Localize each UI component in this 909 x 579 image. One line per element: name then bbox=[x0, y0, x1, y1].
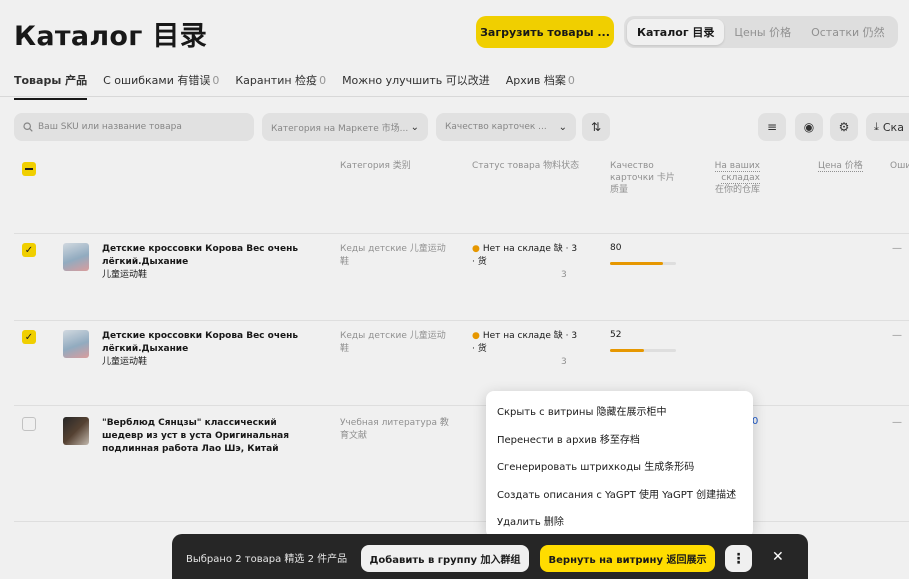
product-thumbnail[interactable] bbox=[63, 417, 89, 445]
close-icon[interactable]: ✕ bbox=[772, 549, 784, 565]
quality-select[interactable]: Качество карточек ... ⌄ bbox=[436, 113, 576, 141]
status-dot-icon: ● bbox=[472, 331, 480, 341]
row-divider bbox=[14, 521, 909, 522]
row-checkbox[interactable]: ✓ bbox=[22, 330, 36, 344]
status-text: Нет на складе 缺 · 3 · 货 bbox=[472, 331, 578, 355]
sort-arrows-icon: ⇅ bbox=[590, 120, 602, 134]
quality-value: 80 bbox=[610, 243, 622, 253]
chevron-down-icon: ⌄ bbox=[410, 121, 419, 133]
column-errors[interactable]: Оши bbox=[890, 160, 909, 172]
search-input[interactable]: Ваш SKU или название товара bbox=[14, 113, 254, 141]
tab-count: 0 bbox=[212, 74, 220, 87]
quality-bar-fill bbox=[610, 262, 663, 265]
product-name-ru: Детские кроссовки Корова Вес очень лёгки… bbox=[102, 331, 299, 355]
menu-item-barcodes[interactable]: Сгенерировать штрихкоды 生成条形码 bbox=[486, 452, 753, 480]
product-status: ● Нет на складе 缺 · 3 · 货 3 bbox=[472, 330, 582, 369]
status-sub: 3 bbox=[561, 270, 567, 281]
search-placeholder: Ваш SKU или название товара bbox=[38, 122, 182, 132]
product-category: Кеды детские 儿童运动鞋 bbox=[340, 244, 446, 268]
status-sub: 3 bbox=[561, 357, 567, 368]
export-label: Ска bbox=[882, 120, 904, 134]
filter-lines-icon: ≡ bbox=[766, 120, 778, 134]
product-name[interactable]: Детские кроссовки Корова Вес очень лёгки… bbox=[102, 330, 317, 369]
row-checkbox[interactable] bbox=[22, 417, 36, 431]
status-text: Нет на складе 缺 · 3 · 货 bbox=[472, 244, 578, 268]
product-name-cn: 儿童运动鞋 bbox=[102, 270, 148, 281]
category-select[interactable]: Категория на Маркете 市场... ⌄ bbox=[262, 113, 428, 141]
more-actions-button[interactable]: ⋮ bbox=[725, 545, 752, 572]
product-name-ru: Детские кроссовки Корова Вес очень лёгки… bbox=[102, 244, 299, 268]
eye-icon: ◉ bbox=[803, 120, 815, 134]
product-category: Кеды детские 儿童运动鞋 bbox=[340, 331, 446, 355]
download-icon: ⤓ bbox=[874, 120, 879, 133]
segment-prices[interactable]: Цены 价格 bbox=[724, 19, 801, 45]
product-name[interactable]: "Верблюд Сянцзы" классический шедевр из … bbox=[102, 417, 317, 456]
add-to-group-button[interactable]: Добавить в группу 加入群组 bbox=[361, 545, 529, 572]
quality-bar bbox=[610, 262, 676, 265]
menu-item-hide[interactable]: Скрыть с витрины 隐藏在展示柜中 bbox=[486, 397, 753, 425]
column-warehouse[interactable]: На ваших складах 在你的仓库 bbox=[712, 160, 760, 196]
column-warehouse-label: На ваших складах bbox=[714, 161, 760, 185]
segment-catalog[interactable]: Каталог 目录 bbox=[627, 19, 725, 45]
product-thumbnail[interactable] bbox=[63, 243, 89, 271]
row-divider bbox=[14, 233, 909, 234]
catalog-page: Каталог 目录 Загрузить товары ... Каталог … bbox=[0, 0, 909, 579]
chevron-down-icon: ⌄ bbox=[558, 121, 567, 133]
more-icon: ⋮ bbox=[731, 550, 746, 567]
product-name[interactable]: Детские кроссовки Корова Вес очень лёгки… bbox=[102, 243, 317, 282]
return-to-showcase-button[interactable]: Вернуть на витрину 返回展示 bbox=[540, 545, 715, 572]
product-status: ● Нет на складе 缺 · 3 · 货 3 bbox=[472, 243, 582, 282]
menu-item-delete[interactable]: Удалить 删除 bbox=[486, 507, 753, 535]
errors-value: — bbox=[892, 243, 902, 254]
selected-count: Выбрано 2 товара 精选 2 件产品 bbox=[186, 553, 348, 565]
tabs-divider bbox=[0, 96, 909, 97]
column-warehouse-label-cn: 在你的仓库 bbox=[714, 185, 760, 196]
sort-toggle-button[interactable]: ⇅ bbox=[582, 113, 610, 141]
errors-value: — bbox=[892, 417, 902, 428]
export-button[interactable]: ⤓ Ска bbox=[866, 113, 909, 141]
errors-value: — bbox=[892, 330, 902, 341]
column-category[interactable]: Категория 类别 bbox=[340, 160, 440, 172]
tab-label: Карантин 检疫 bbox=[235, 74, 318, 87]
tab-count: 0 bbox=[319, 74, 327, 87]
gear-icon: ⚙ bbox=[838, 120, 850, 134]
column-status[interactable]: Статус товара 物料状态 bbox=[472, 160, 592, 172]
row-divider bbox=[14, 405, 909, 406]
product-thumbnail[interactable] bbox=[63, 330, 89, 358]
settings-button[interactable]: ⚙ bbox=[830, 113, 858, 141]
row-divider bbox=[14, 320, 909, 321]
tab-count: 0 bbox=[567, 74, 575, 87]
view-button[interactable]: ◉ bbox=[795, 113, 823, 141]
category-select-value: Категория на Маркете 市场... bbox=[271, 123, 409, 134]
column-price[interactable]: Цена 价格 bbox=[818, 160, 863, 172]
upload-products-button[interactable]: Загрузить товары ... bbox=[476, 16, 614, 48]
tab-label: С ошибками 有错误 bbox=[103, 74, 211, 87]
row-checkbox[interactable]: ✓ bbox=[22, 243, 36, 257]
filter-lines-button[interactable]: ≡ bbox=[758, 113, 786, 141]
tab-label: Можно улучшить 可以改进 bbox=[342, 74, 490, 87]
product-name-cn: 儿童运动鞋 bbox=[102, 357, 148, 368]
menu-item-yagpt[interactable]: Создать описания с YaGPT 使用 YaGPT 创建描述 bbox=[486, 479, 753, 507]
menu-item-archive[interactable]: Перенести в архив 移至存档 bbox=[486, 425, 753, 453]
column-price-label: Цена 价格 bbox=[818, 161, 863, 172]
search-icon bbox=[23, 122, 33, 132]
status-dot-icon: ● bbox=[472, 244, 480, 254]
quality-value: 52 bbox=[610, 330, 622, 340]
quality-select-value: Качество карточек ... bbox=[445, 122, 547, 132]
select-all-checkbox[interactable] bbox=[22, 162, 36, 176]
quality-bar bbox=[610, 349, 676, 352]
page-title: Каталог 目录 bbox=[14, 21, 207, 52]
tab-label: Товары 产品 bbox=[14, 74, 88, 87]
tab-label: Архив 档案 bbox=[505, 74, 566, 87]
quality-bar-fill bbox=[610, 349, 645, 352]
view-switcher: Каталог 目录 Цены 价格 Остатки 仍然 bbox=[624, 16, 898, 48]
product-category: Учебная литература 教育文献 bbox=[340, 418, 449, 442]
segment-stocks[interactable]: Остатки 仍然 bbox=[801, 19, 895, 45]
context-menu: Скрыть с витрины 隐藏在展示柜中 Перенести в арх… bbox=[486, 391, 753, 538]
column-quality[interactable]: Качество карточки 卡片质量 bbox=[610, 160, 680, 196]
